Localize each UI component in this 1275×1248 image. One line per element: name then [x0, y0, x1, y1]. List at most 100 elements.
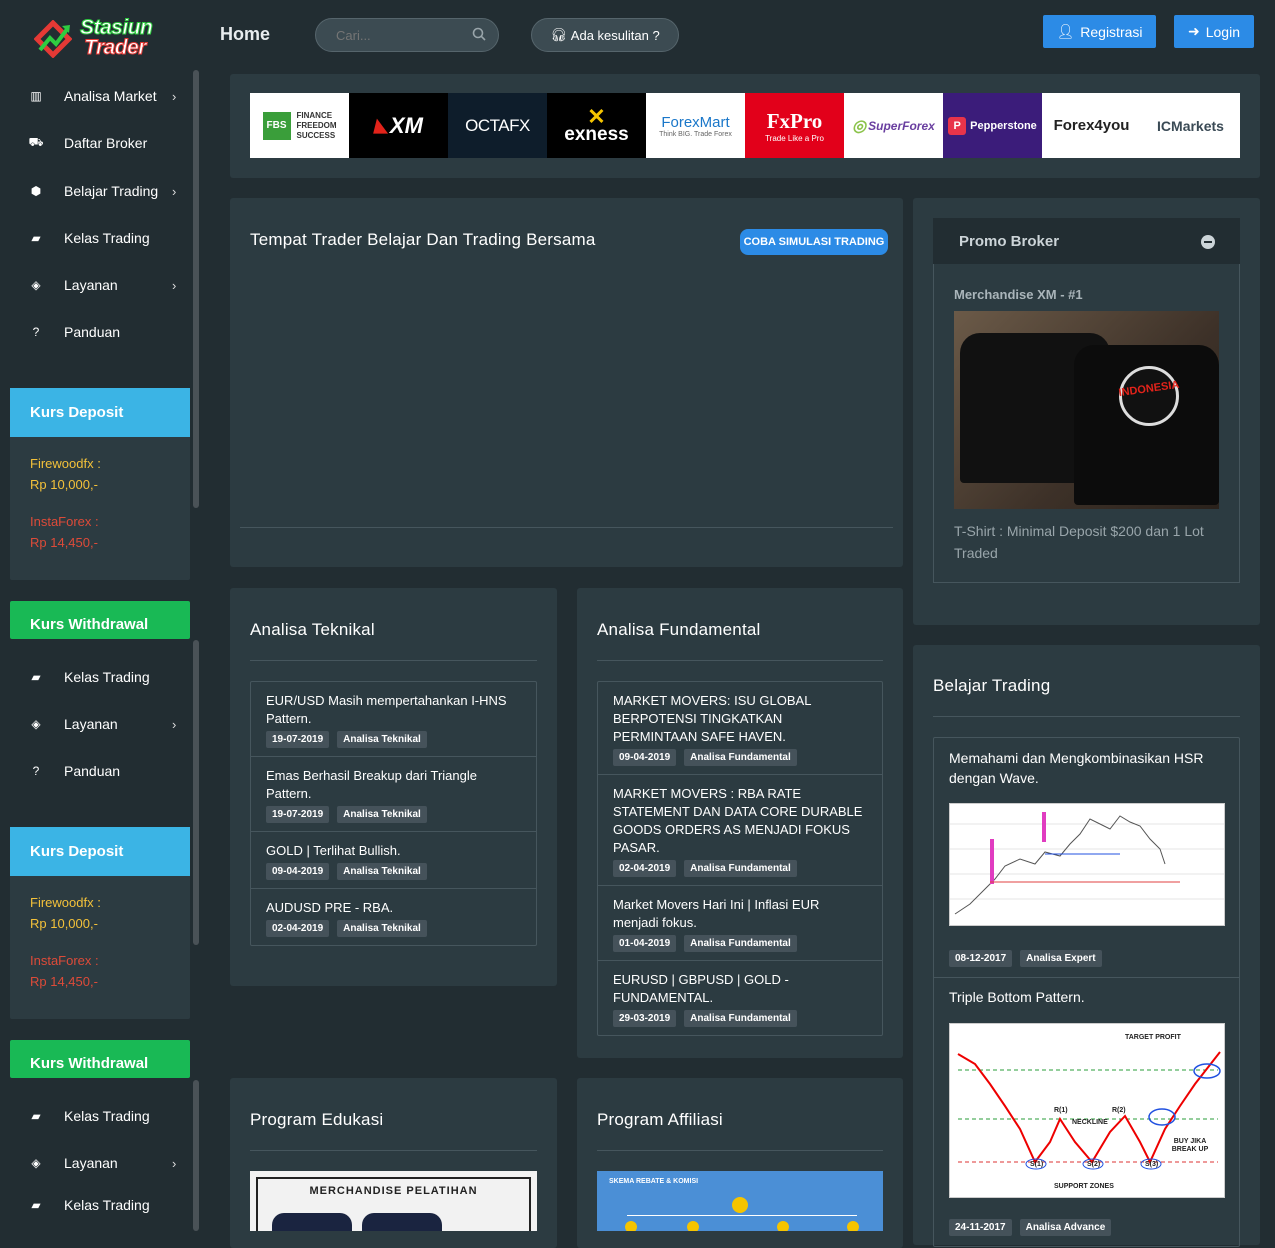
article-title[interactable]: MARKET MOVERS : RBA RATE STATEMENT DAN D…	[613, 785, 867, 857]
promo-image[interactable]: INDONESIA	[954, 311, 1219, 509]
search-icon[interactable]	[472, 27, 486, 41]
article-title[interactable]: AUDUSD PRE - RBA.	[266, 899, 521, 917]
sidebar-item-belajar-trading[interactable]: ⬢ Belajar Trading ›	[0, 171, 193, 211]
diagram-label: S(3)	[1145, 1161, 1159, 1168]
sidebar-item-label: Kelas Trading	[64, 230, 150, 246]
sidebar-item-kelas-trading[interactable]: ▰ Kelas Trading	[0, 218, 193, 258]
category-badge[interactable]: Analisa Teknikal	[337, 863, 427, 880]
edukasi-image[interactable]: MERCHANDISE PELATIHAN	[250, 1171, 537, 1231]
xm-logo-icon: ◣	[374, 115, 388, 135]
coba-simulasi-button[interactable]: COBA SIMULASI TRADING	[740, 229, 888, 255]
broker-logo-forexmart[interactable]: ForexMart Think BIG. Trade Forex	[646, 93, 745, 158]
collapse-icon[interactable]	[1201, 235, 1215, 249]
divider	[597, 660, 883, 661]
promo-title: Promo Broker	[933, 218, 1240, 264]
book-icon: ▰	[31, 1198, 41, 1212]
layers-icon: ◈	[31, 717, 41, 731]
sidebar-scrollbar[interactable]	[193, 1080, 199, 1231]
list-item[interactable]: GOLD | Terlihat Bullish. 09-04-2019 Anali…	[251, 832, 536, 889]
sidebar-item-daftar-broker[interactable]: ⛟ Daftar Broker	[0, 123, 193, 163]
article-title[interactable]: MARKET MOVERS: ISU GLOBAL BERPOTENSI TIN…	[613, 692, 867, 746]
avatar-icon	[847, 1221, 859, 1231]
list-item[interactable]: MARKET MOVERS: ISU GLOBAL BERPOTENSI TIN…	[598, 682, 882, 775]
broker-logo-superforex[interactable]: ◎ SuperForex	[844, 93, 943, 158]
affiliasi-image[interactable]: SKEMA REBATE & KOMISI	[597, 1171, 883, 1231]
broker-logo-icmarkets[interactable]: ICMarkets	[1141, 93, 1240, 158]
category-badge[interactable]: Analisa Advance	[1019, 1219, 1112, 1236]
sidebar-item-panduan[interactable]: ? Panduan	[0, 312, 193, 352]
sidebar-scrollbar[interactable]	[193, 70, 199, 508]
divider	[934, 977, 1239, 978]
sidebar-item-kelas-trading[interactable]: ▰ Kelas Trading	[0, 1185, 193, 1225]
login-button[interactable]: ➜ Login	[1174, 15, 1254, 48]
broker-name: Pepperstone	[970, 119, 1037, 132]
broker-logo-xm[interactable]: ◣ XM	[349, 93, 448, 158]
help-button[interactable]: 🎧︎ Ada kesulitan ?	[531, 18, 679, 52]
article-image-hsr[interactable]	[949, 803, 1225, 926]
book-icon: ▰	[31, 670, 41, 684]
promo-item-title[interactable]: Merchandise XM - #1	[954, 287, 1083, 302]
broker-logo-octafx[interactable]: OCTAFX	[448, 93, 547, 158]
article-title[interactable]: EURUSD | GBPUSD | GOLD - FUNDAMENTAL.	[613, 971, 867, 1007]
sidebar-item-kelas-trading[interactable]: ▰ Kelas Trading	[0, 657, 193, 697]
list-item[interactable]: MARKET MOVERS : RBA RATE STATEMENT DAN D…	[598, 775, 882, 886]
layers-icon: ◈	[31, 278, 41, 292]
sign-in-icon: ➜	[1188, 23, 1200, 39]
sidebar-item-layanan[interactable]: ◈ Layanan ›	[0, 704, 193, 744]
article-title[interactable]: EUR/USD Masih mempertahankan I-HNS Patte…	[266, 692, 521, 728]
sidebar-item-kelas-trading[interactable]: ▰ Kelas Trading	[0, 1096, 193, 1136]
category-badge[interactable]: Analisa Fundamental	[684, 1010, 797, 1027]
list-item[interactable]: Market Movers Hari Ini | Inflasi EUR men…	[598, 886, 882, 961]
category-badge[interactable]: Analisa Fundamental	[684, 860, 797, 877]
diagram-label: R(2)	[1112, 1107, 1126, 1114]
kurs-withdrawal-box: Kurs Withdrawal	[10, 601, 190, 639]
category-badge[interactable]: Analisa Fundamental	[684, 935, 797, 952]
affiliasi-title: Program Affiliasi	[597, 1110, 723, 1129]
kurs-value: Rp 14,450,-	[30, 535, 98, 550]
list-item[interactable]: Emas Berhasil Breakup dari Triangle Patt…	[251, 757, 536, 832]
category-badge[interactable]: Analisa Teknikal	[337, 806, 427, 823]
date-badge: 08-12-2017	[949, 950, 1013, 967]
divider	[240, 527, 893, 528]
diagram-label: BUY JIKA BREAK UP	[1171, 1138, 1209, 1153]
broker-logo-pepperstone[interactable]: P Pepperstone	[943, 93, 1042, 158]
sidebar-scrollbar[interactable]	[193, 640, 199, 945]
article-tags: 24-11-2017 Analisa Advance	[949, 1219, 1112, 1236]
article-title[interactable]: Emas Berhasil Breakup dari Triangle Patt…	[266, 767, 521, 803]
category-badge[interactable]: Analisa Fundamental	[684, 749, 797, 766]
help-button-label: Ada kesulitan ?	[570, 27, 660, 43]
sidebar-item-analisa-market[interactable]: ▥ Analisa Market ›	[0, 76, 193, 116]
sidebar-item-label: Kelas Trading	[64, 1197, 150, 1213]
belajar-title: Belajar Trading	[933, 676, 1051, 695]
category-badge[interactable]: Analisa Teknikal	[337, 731, 427, 748]
category-badge[interactable]: Analisa Teknikal	[337, 920, 427, 937]
broker-name: exness	[564, 123, 629, 145]
broker-logo-fbs[interactable]: FBS FINANCE FREEDOM SUCCESS	[250, 93, 349, 158]
car-icon: ⛟	[28, 135, 44, 149]
sidebar-item-layanan[interactable]: ◈ Layanan ›	[0, 1143, 193, 1183]
broker-logo-forex4you[interactable]: Forex4you	[1042, 93, 1141, 158]
article-title[interactable]: GOLD | Terlihat Bullish.	[266, 842, 521, 860]
diagram-label: TARGET PROFIT	[1125, 1034, 1181, 1041]
article-title[interactable]: Memahami dan Mengkombinasikan HSR dengan…	[949, 748, 1224, 788]
chevron-right-icon: ›	[172, 183, 177, 199]
kurs-deposit-title: Kurs Deposit	[10, 388, 190, 437]
sidebar-item-panduan[interactable]: ? Panduan	[0, 751, 193, 791]
article-image-triple-bottom[interactable]: TARGET PROFIT R(1) R(2) NECKLINE BUY JIK…	[949, 1023, 1225, 1198]
divider	[250, 1150, 537, 1151]
site-logo[interactable]: Stasiun Trader	[30, 14, 170, 60]
diagram-label: SUPPORT ZONES	[1054, 1183, 1114, 1190]
broker-name: FxPro	[766, 108, 823, 133]
article-title[interactable]: Market Movers Hari Ini | Inflasi EUR men…	[613, 896, 867, 932]
broker-logo-exness[interactable]: ✕ exness	[547, 93, 646, 158]
list-item[interactable]: EURUSD | GBPUSD | GOLD - FUNDAMENTAL. 29…	[598, 961, 882, 1035]
category-badge[interactable]: Analisa Expert	[1020, 950, 1102, 967]
layers-icon: ◈	[31, 1156, 41, 1170]
sidebar-item-layanan[interactable]: ◈ Layanan ›	[0, 265, 193, 305]
broker-logo-fxpro[interactable]: FxPro Trade Like a Pro	[745, 93, 844, 158]
list-item[interactable]: AUDUSD PRE - RBA. 02-04-2019 Analisa Tekn…	[251, 889, 536, 945]
diagram-label: R(1)	[1054, 1107, 1068, 1114]
article-title[interactable]: Triple Bottom Pattern.	[949, 989, 1085, 1005]
register-button[interactable]: 👤︎ Registrasi	[1043, 15, 1156, 48]
list-item[interactable]: EUR/USD Masih mempertahankan I-HNS Patte…	[251, 682, 536, 757]
